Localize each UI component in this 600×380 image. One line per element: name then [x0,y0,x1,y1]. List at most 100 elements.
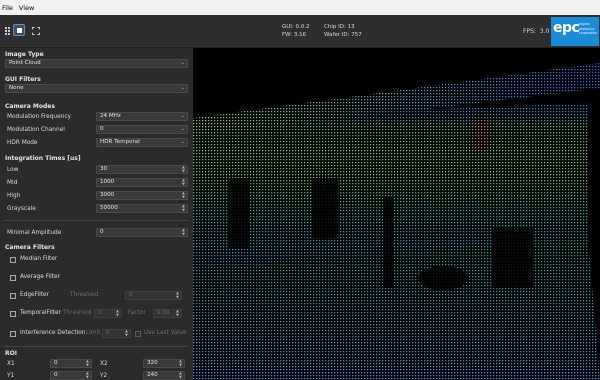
spin-arrows-icon[interactable]: ▲ ▼ [181,228,186,236]
spin-arrows-icon[interactable]: ▲ ▼ [178,371,183,379]
interference-limit-value: 0 [106,330,110,336]
logo-sub-line: corporation [579,31,598,35]
point-cloud-image [193,63,600,380]
interference-limit-label: Limit [86,330,101,336]
integration-high-spinbox[interactable]: 3000 ▲ ▼ [96,191,188,200]
spin-arrows-icon[interactable]: ▲ ▼ [178,359,183,367]
camera-modes-title: Camera Modes [5,103,55,110]
integration-mid-value: 1000 [100,179,115,185]
chevron-down-icon: ⌄ [180,60,185,66]
roi-x1-spinbox[interactable]: 0 ▲ ▼ [50,359,92,368]
stop-icon [16,27,22,33]
modulation-channel-label: Modulation Channel [7,127,65,133]
edge-threshold-label: Threshold [70,292,99,298]
hdr-mode-value: HDR Temporal [100,139,140,145]
hdr-mode-label: HDR Mode [7,140,38,146]
fw-version: FW: 3.16 [282,32,307,38]
menu-bar: File View [0,0,600,15]
edge-threshold-spinbox[interactable]: 0 ▲ ▼ [125,291,182,300]
roi-x2-spinbox[interactable]: 320 ▲ ▼ [143,359,185,368]
modulation-frequency-value: 24 MHz [100,113,121,119]
gui-filters-value: None [9,85,24,91]
integration-high-value: 3000 [100,192,115,198]
roi-title: ROI [5,350,17,357]
fps-value: 3.0 [539,28,550,35]
spin-arrows-icon: ▲ ▼ [176,309,179,317]
logo-text: epc [553,20,580,36]
gui-filters-select[interactable]: None ⌄ [5,84,188,93]
roi-y1-label: Y1 [7,373,15,379]
roi-x1-label: X1 [7,361,15,367]
minimal-amplitude-value: 0 [100,229,104,235]
gui-version: GUI: 0.0.2 [282,24,310,30]
hdr-mode-select[interactable]: HDR Temporal ⌄ [96,138,188,147]
spin-arrows-icon[interactable]: ▲ ▼ [181,204,186,212]
average-filter-checkbox[interactable] [10,275,16,281]
edge-threshold-value: 0 [129,292,133,298]
spin-arrows-icon[interactable]: ▲ ▼ [181,178,186,186]
minimal-amplitude-label: Minimal Amplitude [7,230,62,236]
temporal-threshold-spinbox[interactable]: 0 ▲ ▼ [94,309,122,318]
chevron-down-icon: ⌄ [180,113,185,119]
menu-view[interactable]: View [19,4,34,12]
divider [4,346,188,347]
camera-filters-title: Camera Filters [5,244,55,251]
roi-y2-spinbox[interactable]: 240 ▲ ▼ [143,371,185,380]
fps-label: FPS: [523,28,536,35]
temporal-factor-spinbox[interactable]: 0.00 ▲ ▼ [153,309,182,318]
median-filter-checkbox[interactable] [10,257,16,263]
temporal-factor-value: 0.00 [157,310,170,316]
modulation-channel-value: 0 [100,126,104,132]
image-type-value: Point Cloud [9,60,41,66]
toolbar: GUI: 0.0.2 Chip ID: 13 FW: 3.16 Wafer ID: … [0,15,600,48]
image-type-select[interactable]: Point Cloud ⌄ [5,59,188,68]
average-filter-label: Average Filter [20,274,61,280]
menu-file[interactable]: File [2,4,13,12]
edge-filter-label: EdgeFilter [20,292,49,298]
settings-panel: Image Type Point Cloud ⌄ GUI Filters Non… [0,48,193,380]
chevron-down-icon: ⌄ [180,139,185,145]
roi-y2-value: 240 [147,372,158,378]
integration-times-title: Integration Times [us] [5,155,81,162]
integration-mid-label: Mid [7,180,18,186]
roi-x2-value: 320 [147,360,158,366]
temporal-filter-label: TemporalFilter [20,310,61,316]
roi-x1-value: 0 [54,360,58,366]
integration-grayscale-spinbox[interactable]: 50000 ▲ ▼ [96,204,188,213]
integration-low-value: 30 [100,166,108,172]
temporal-factor-label: Factor [128,310,146,316]
integration-low-spinbox[interactable]: 30 ▲ ▼ [96,165,188,174]
spin-arrows-icon[interactable]: ▲ ▼ [181,165,186,173]
device-info: GUI: 0.0.2 Chip ID: 13 FW: 3.16 Wafer ID: … [282,23,362,39]
integration-mid-spinbox[interactable]: 1000 ▲ ▼ [96,178,188,187]
temporal-threshold-label: Threshold [63,310,92,316]
company-logo: epc espros photonics corporation [551,17,599,46]
interference-detection-label: Interference Detection [20,330,86,336]
edge-filter-checkbox[interactable] [10,293,16,299]
spin-arrows-icon[interactable]: ▲ ▼ [181,191,186,199]
minimal-amplitude-spinbox[interactable]: 0 ▲ ▼ [96,228,188,237]
median-filter-label: Median Filter [20,256,58,262]
integration-low-label: Low [7,167,19,173]
logo-subtext: espros photonics corporation [579,22,597,36]
spin-arrows-icon: ▲ ▼ [116,309,119,317]
integration-high-label: High [7,193,21,199]
modulation-channel-select[interactable]: 0 ⌄ [96,125,188,134]
chevron-down-icon: ⌄ [180,85,185,91]
spin-arrows-icon[interactable]: ▲ ▼ [85,371,90,379]
interference-limit-spinbox[interactable]: 0 ▲ ▼ [102,329,131,338]
fullscreen-icon[interactable] [30,25,41,36]
temporal-threshold-value: 0 [98,310,102,316]
spin-arrows-icon[interactable]: ▲ ▼ [85,359,90,367]
temporal-filter-checkbox[interactable] [10,311,16,317]
wafer-id: Wafer ID: 757 [324,32,362,38]
point-cloud-viewport[interactable] [193,48,600,380]
interference-detection-checkbox[interactable] [10,331,16,337]
roi-y1-spinbox[interactable]: 0 ▲ ▼ [50,371,92,380]
use-last-value-checkbox[interactable] [135,331,141,337]
modulation-frequency-select[interactable]: 24 MHz ⌄ [96,112,188,121]
use-last-value-label: Use Last Value [144,330,187,336]
chevron-down-icon: ⌄ [180,126,185,132]
roi-x2-label: X2 [100,361,108,367]
stop-button[interactable] [13,24,25,36]
